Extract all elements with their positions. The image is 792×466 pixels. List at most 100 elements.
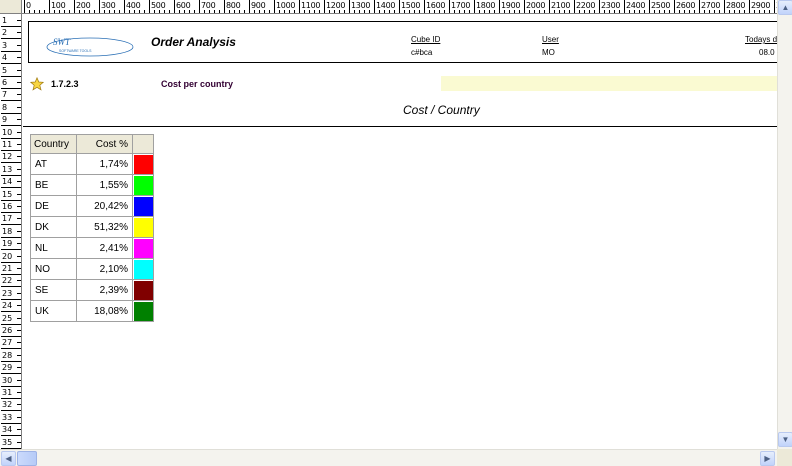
report-page: SWT SOFTWARE TOOLS Order Analysis Cube I… — [23, 15, 777, 449]
swt-logo: SWT SOFTWARE TOOLS — [46, 37, 134, 57]
ruler-label: 15 — [2, 189, 13, 199]
scroll-up-button[interactable]: ▲ — [778, 0, 792, 15]
section-title: Cost per country — [161, 79, 234, 89]
vertical-scrollbar[interactable]: ▲ ▼ — [777, 0, 792, 449]
country-cell: DE — [30, 195, 77, 217]
scroll-right-button[interactable]: ▶ — [760, 451, 775, 466]
table-row: BE 1,55% — [30, 174, 154, 196]
table-row: NO 2,10% — [30, 258, 154, 280]
ruler-label: 2200 — [576, 1, 596, 10]
horizontal-scroll-thumb[interactable] — [17, 451, 37, 466]
ruler-label: 12 — [2, 152, 13, 162]
ruler-label: 500 — [151, 1, 166, 10]
ruler-label: 2800 — [726, 1, 746, 10]
ruler-label: 1500 — [401, 1, 421, 10]
ruler-label: 7 — [2, 90, 8, 100]
scroll-left-button[interactable]: ◀ — [1, 451, 16, 466]
cost-cell: 1,55% — [76, 174, 133, 196]
user-value: MO — [542, 48, 555, 57]
ruler-label: 24 — [2, 301, 13, 311]
table-row: SE 2,39% — [30, 279, 154, 301]
country-cell: BE — [30, 174, 77, 196]
ruler-label: 1800 — [476, 1, 496, 10]
ruler-label: 3 — [2, 40, 8, 50]
color-swatch — [133, 196, 153, 216]
color-cell — [132, 195, 154, 217]
cost-cell: 20,42% — [76, 195, 133, 217]
color-cell — [132, 216, 154, 238]
vertical-ruler: 1 2 3 4 5 6 7 8 9 10 11 12 13 14 15 16 17 18 19 20 21 22 23 24 2… — [0, 14, 22, 449]
chart-caption: Cost / Country — [403, 103, 480, 117]
scroll-corner — [777, 449, 792, 466]
cost-cell: 2,10% — [76, 258, 133, 280]
ruler-label: 19 — [2, 239, 13, 249]
color-swatch — [133, 217, 153, 237]
ruler-label: 33 — [2, 412, 13, 422]
country-cell: AT — [30, 153, 77, 175]
column-header-color — [132, 134, 154, 154]
ruler-label: 31 — [2, 388, 13, 397]
ruler-label: 25 — [2, 313, 13, 323]
color-swatch — [133, 175, 153, 195]
report-viewer: 0 100 200 300 400 500 600 700 800 900 1000 1100 1200… — [0, 0, 792, 466]
ruler-label: 20 — [2, 251, 13, 261]
color-swatch — [133, 280, 153, 300]
cost-per-country-table: Country Cost % AT 1,74% BE 1,55% DE 20,42% DK 5… — [30, 134, 154, 322]
ruler-label: 2600 — [676, 1, 696, 10]
todays-date-value: 08.0 — [759, 48, 775, 57]
color-swatch — [133, 259, 153, 279]
ruler-label: 1100 — [301, 1, 321, 10]
user-label: User — [542, 35, 559, 44]
ruler-label: 32 — [2, 400, 13, 410]
table-header-row: Country Cost % — [30, 134, 154, 154]
cost-cell: 2,39% — [76, 279, 133, 301]
table-row: DK 51,32% — [30, 216, 154, 238]
ruler-label: 100 — [51, 1, 66, 10]
scroll-down-button[interactable]: ▼ — [778, 432, 792, 447]
ruler-label: 27 — [2, 338, 13, 348]
ruler-label: 1000 — [276, 1, 296, 10]
ruler-label: 21 — [2, 264, 13, 273]
ruler-label: 600 — [176, 1, 191, 10]
color-cell — [132, 279, 154, 301]
section-band — [441, 76, 777, 91]
country-cell: NO — [30, 258, 77, 280]
ruler-label: 1600 — [426, 1, 446, 10]
color-cell — [132, 237, 154, 259]
table-row: AT 1,74% — [30, 153, 154, 175]
ruler-label: 2500 — [651, 1, 671, 10]
ruler-label: 900 — [251, 1, 266, 10]
horizontal-scrollbar[interactable]: ◀ ▶ — [0, 449, 777, 466]
country-cell: UK — [30, 300, 77, 322]
ruler-label: 700 — [201, 1, 216, 10]
table-row: NL 2,41% — [30, 237, 154, 259]
ruler-label: 2000 — [526, 1, 546, 10]
ruler-label: 10 — [2, 127, 13, 137]
cube-id-value: c#bca — [411, 48, 433, 57]
ruler-label: 1200 — [326, 1, 346, 10]
ruler-label: 34 — [2, 425, 13, 435]
column-header-cost: Cost % — [76, 134, 133, 154]
section-number: 1.7.2.3 — [51, 79, 79, 89]
color-cell — [132, 300, 154, 322]
divider — [23, 126, 777, 127]
ruler-label: 1700 — [451, 1, 471, 10]
country-cell: SE — [30, 279, 77, 301]
ruler-label: 1900 — [501, 1, 521, 10]
ruler-label: 400 — [126, 1, 141, 10]
country-cell: NL — [30, 237, 77, 259]
table-row: UK 18,08% — [30, 300, 154, 322]
logo-subtext: SOFTWARE TOOLS — [59, 49, 92, 53]
cost-cell: 1,74% — [76, 153, 133, 175]
color-cell — [132, 258, 154, 280]
table-body: AT 1,74% BE 1,55% DE 20,42% DK 51,32% NL 2,41% NO 2… — [30, 153, 154, 322]
ruler-label: 300 — [101, 1, 116, 10]
ruler-label: 8 — [2, 102, 8, 112]
chevron-right-icon: ▶ — [764, 454, 771, 463]
chevron-left-icon: ◀ — [5, 454, 12, 463]
color-swatch — [133, 301, 153, 321]
logo-text: SWT — [53, 37, 71, 47]
ruler-label: 1400 — [376, 1, 396, 10]
ruler-label: 30 — [2, 375, 13, 385]
ruler-label: 4 — [2, 53, 8, 63]
